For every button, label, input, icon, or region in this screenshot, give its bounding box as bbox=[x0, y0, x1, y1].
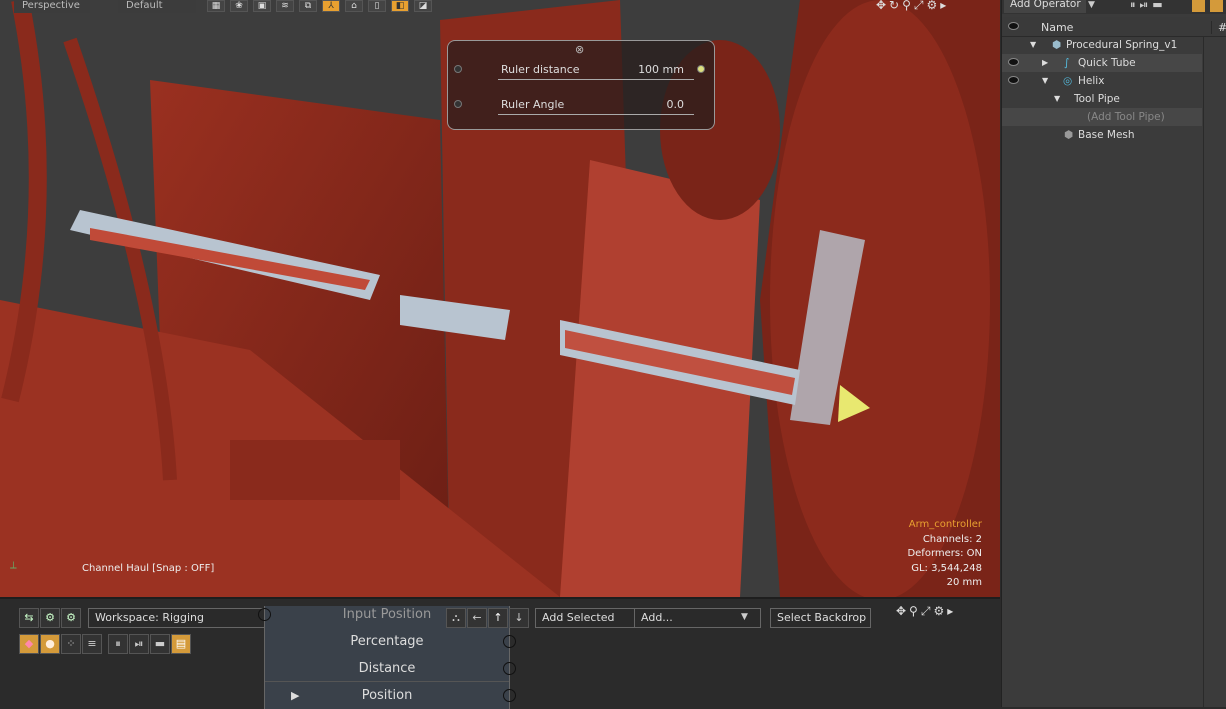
viewport-nav-icons[interactable]: ✥↻⚲⤢⚙▸ bbox=[876, 0, 949, 13]
wave-icon[interactable]: ≋ bbox=[276, 0, 294, 12]
tree-item[interactable]: ▼ ◎ Helix bbox=[1002, 72, 1202, 90]
port-label: Percentage bbox=[350, 634, 424, 649]
ruler-distance-slider[interactable] bbox=[498, 79, 694, 80]
step-icon[interactable]: ⏯ bbox=[129, 634, 149, 654]
ruler-distance-row[interactable]: Ruler distance 100 mm bbox=[448, 63, 714, 93]
schematic-panel: Add Operator ▼ ⏸⏯▬ Name # ▼⬢Procedural S… bbox=[1001, 0, 1226, 707]
node-port-row[interactable]: Percentage bbox=[265, 628, 516, 655]
view-mode-dropdown[interactable]: Perspective bbox=[14, 0, 90, 13]
key-diamond-icon[interactable]: ◆ bbox=[19, 634, 39, 654]
node-editor-toolbar: ⇆ ⚙ ⚙ Workspace: Rigging ◆ ● ⁘ ≡ ⏸ ⏯ ▬ ▤… bbox=[0, 597, 1000, 709]
port-label: Position bbox=[361, 688, 413, 703]
tree-item-label: Tool Pipe bbox=[1074, 93, 1120, 105]
add-node-icon[interactable]: ⇆ bbox=[19, 608, 39, 628]
ruler-angle-label: Ruler Angle bbox=[501, 98, 565, 111]
arrow-down-icon[interactable]: ↓ bbox=[509, 608, 529, 628]
axis-icon[interactable]: ⅄ bbox=[322, 0, 340, 12]
deformers-status: Deformers: ON bbox=[907, 548, 982, 559]
ruler-angle-value[interactable]: 0.0 bbox=[667, 98, 685, 111]
ruler-distance-label: Ruler distance bbox=[501, 63, 580, 76]
frame-icon[interactable]: ▣ bbox=[253, 0, 271, 12]
channel-haul-status: Channel Haul [Snap : OFF] bbox=[82, 563, 215, 574]
grid-dots-icon[interactable]: ⁘ bbox=[61, 634, 81, 654]
output-port[interactable] bbox=[503, 689, 516, 702]
tree-item[interactable]: ▶ ∫ Quick Tube bbox=[1002, 54, 1202, 72]
pause-icon[interactable]: ⏸ bbox=[108, 634, 128, 654]
tree-item-label: Quick Tube bbox=[1078, 57, 1136, 69]
workspace-dropdown[interactable]: Workspace: Rigging bbox=[88, 608, 268, 628]
ruler-hud: ⊗ Ruler distance 100 mm Ruler Angle 0.0 bbox=[447, 40, 715, 130]
hierarchy-icon[interactable]: ⛬ bbox=[446, 608, 466, 628]
tree-item[interactable]: ▼ Tool Pipe bbox=[1002, 90, 1202, 108]
ruler-angle-row[interactable]: Ruler Angle 0.0 bbox=[448, 98, 714, 128]
window-icon[interactable]: ▤ bbox=[171, 634, 191, 654]
checker-icon[interactable]: ▦ bbox=[207, 0, 225, 12]
add-gear-icon[interactable]: ⚙ bbox=[40, 608, 60, 628]
link-icon: ⊗ bbox=[575, 43, 585, 56]
chevron-down-icon[interactable]: ▼ bbox=[741, 612, 748, 622]
eye-icon[interactable] bbox=[1008, 76, 1019, 84]
output-port[interactable] bbox=[503, 662, 516, 675]
layers-icon[interactable]: ◧ bbox=[391, 0, 409, 12]
add-selected-button[interactable]: Add Selected bbox=[535, 608, 635, 628]
chevron-down-icon[interactable]: ▼ bbox=[1088, 0, 1095, 10]
tree-item-label: Procedural Spring_v1 bbox=[1066, 39, 1178, 51]
output-port[interactable] bbox=[503, 635, 516, 648]
copy-icon[interactable]: ⧉ bbox=[299, 0, 317, 12]
eye-icon[interactable] bbox=[1008, 58, 1019, 66]
item-icon[interactable]: ▯ bbox=[368, 0, 386, 12]
channels-count: Channels: 2 bbox=[922, 533, 982, 545]
node-nav-icons[interactable]: ✥⚲⤢⚙▸ bbox=[896, 604, 956, 619]
add-gears-icon[interactable]: ⚙ bbox=[61, 608, 81, 628]
ruler-distance-value[interactable]: 100 mm bbox=[638, 63, 684, 76]
dot-icon bbox=[454, 65, 462, 73]
tree-item-label: (Add Tool Pipe) bbox=[1087, 111, 1165, 123]
tree-item-label: Base Mesh bbox=[1078, 129, 1135, 141]
3d-viewport[interactable]: Perspective Default ▦ ❀ ▣ ≋ ⧉ ⅄ ⌂ ▯ ◧ ◪ … bbox=[0, 0, 1000, 597]
select-backdrop-button[interactable]: Select Backdrop bbox=[770, 608, 871, 628]
axis-gizmo-icon: ⟂ bbox=[10, 560, 17, 571]
mesh-icon[interactable]: ⌂ bbox=[345, 0, 363, 12]
arrow-left-icon[interactable]: ← bbox=[467, 608, 487, 628]
ruler-angle-slider[interactable] bbox=[498, 114, 694, 115]
dot-icon bbox=[454, 100, 462, 108]
tree-item[interactable]: ⬢ Base Mesh bbox=[1002, 126, 1202, 144]
shade-icon[interactable]: ◪ bbox=[414, 0, 432, 12]
circle-icon[interactable]: ● bbox=[40, 634, 60, 654]
tree-item[interactable]: (Add Tool Pipe) bbox=[1002, 108, 1202, 126]
playback-icons[interactable]: ⏸⏯▬ bbox=[1130, 0, 1167, 12]
bar-icon[interactable]: ▬ bbox=[150, 634, 170, 654]
arrow-up-icon[interactable]: ↑ bbox=[488, 608, 508, 628]
input-port[interactable] bbox=[258, 608, 271, 621]
pattern-icon[interactable]: ❀ bbox=[230, 0, 248, 12]
key-icon[interactable] bbox=[697, 65, 705, 73]
column-name[interactable]: Name bbox=[1041, 21, 1073, 34]
node-title: Input Position bbox=[342, 607, 432, 622]
add-operator-button[interactable]: Add Operator bbox=[1004, 0, 1086, 13]
grid-scale: 20 mm bbox=[946, 577, 982, 588]
eye-icon[interactable] bbox=[1008, 22, 1019, 30]
shading-dropdown[interactable]: Default bbox=[118, 0, 196, 13]
viewport-info: Arm_controller Channels: 2 Deformers: ON… bbox=[907, 518, 982, 591]
tree-item-label: Helix bbox=[1078, 75, 1105, 87]
layout-icon[interactable] bbox=[1192, 0, 1205, 12]
list-icon[interactable]: ≡ bbox=[82, 634, 102, 654]
node-port-row[interactable]: ▶ Position bbox=[265, 682, 516, 709]
gl-count: GL: 3,544,248 bbox=[911, 562, 982, 574]
tree-item[interactable]: ▼ ⬢ Procedural Spring_v1 bbox=[1002, 36, 1202, 54]
expand-arrow-icon[interactable]: ▶ bbox=[291, 682, 299, 709]
node-port-row[interactable]: Distance bbox=[265, 655, 516, 682]
selected-item: Arm_controller bbox=[908, 519, 982, 530]
list-icon[interactable] bbox=[1210, 0, 1223, 12]
port-label: Distance bbox=[358, 661, 416, 676]
column-hash: # bbox=[1211, 21, 1226, 34]
